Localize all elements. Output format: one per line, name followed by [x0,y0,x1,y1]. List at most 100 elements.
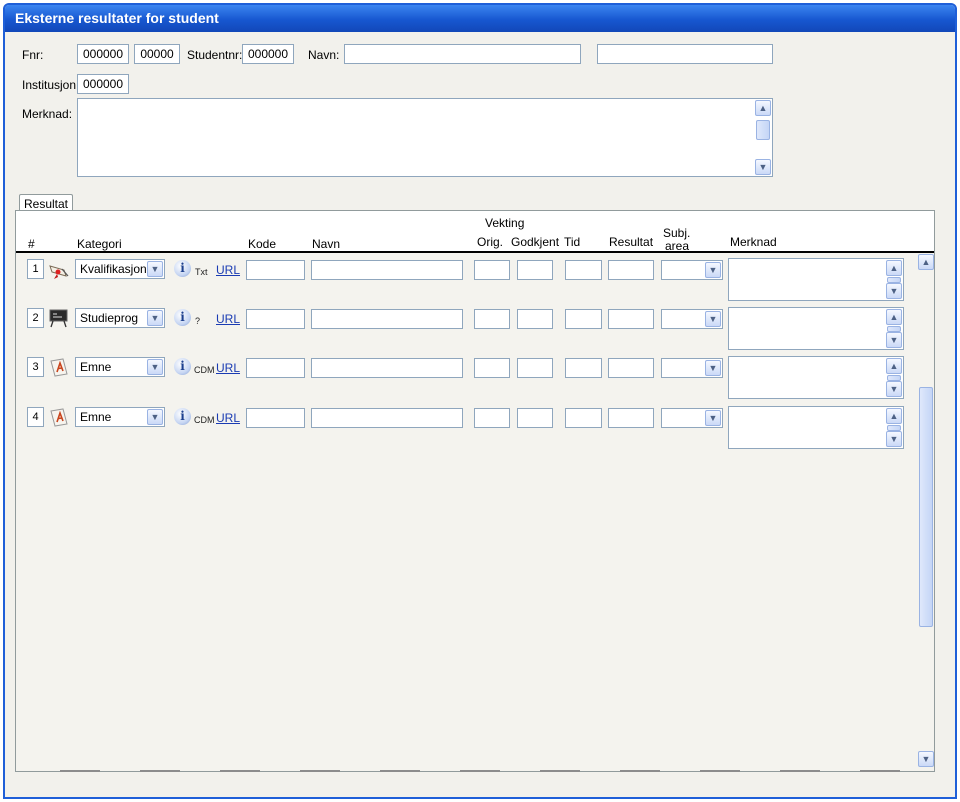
kategori-select[interactable]: Kvalifikasjon ▼ [75,259,165,279]
header-merknad: Merknad [730,235,777,249]
tid-field[interactable] [565,408,602,428]
fnr-personnr-field[interactable]: 00000 [134,44,180,64]
blackboard-icon [49,309,68,328]
row-number: 4 [27,407,44,427]
kode-field[interactable] [246,408,305,428]
kategori-select[interactable]: Emne ▼ [75,407,165,427]
header-subj: Subj. [663,226,691,240]
kategori-select[interactable]: Studieprog ▼ [75,308,165,328]
scroll-up-icon[interactable]: ▲ [886,408,902,424]
divider [860,770,900,772]
kode-field[interactable] [246,309,305,329]
subject-area-select[interactable]: ▼ [661,358,723,378]
grid-scrollbar[interactable]: ▲ ▼ [918,254,934,771]
external-results-window: Eksterne resultater for student Fnr: 000… [3,3,957,799]
scroll-up-icon[interactable]: ▲ [886,260,902,276]
resultat-field[interactable] [608,408,654,428]
scroll-thumb[interactable] [919,387,933,627]
kode-field[interactable] [246,358,305,378]
merknad-textarea[interactable]: ▲ ▼ [77,98,773,177]
cell-scrollbar[interactable]: ▲ ▼ [886,309,902,348]
chevron-down-icon[interactable]: ▼ [705,311,721,327]
orig-field[interactable] [474,408,510,428]
table-row: 1 Kvalifikasjon ▼ i Txt URL ▼ ▲ ▼ [16,257,916,303]
scroll-down-icon[interactable]: ▼ [886,381,902,397]
scroll-down-icon[interactable]: ▼ [918,751,934,767]
info-icon[interactable]: i [174,260,191,277]
chevron-down-icon[interactable]: ▼ [147,261,163,277]
tid-field[interactable] [565,358,602,378]
navn-field-last[interactable] [597,44,773,64]
chevron-down-icon[interactable]: ▼ [705,360,721,376]
godkjent-field[interactable] [517,260,553,280]
url-link[interactable]: URL [216,361,240,375]
scroll-down-icon[interactable]: ▼ [886,283,902,299]
divider [140,770,180,772]
kategori-value: Emne [80,360,112,374]
chevron-down-icon[interactable]: ▼ [147,409,163,425]
cell-scrollbar[interactable]: ▲ ▼ [886,408,902,447]
resultat-field[interactable] [608,309,654,329]
subject-area-select[interactable]: ▼ [661,408,723,428]
header-nr: # [28,237,35,251]
info-icon[interactable]: i [174,358,191,375]
navn-field[interactable] [311,358,463,378]
info-icon[interactable]: i [174,408,191,425]
url-link[interactable]: URL [216,411,240,425]
header-vekting: Vekting [485,216,525,230]
scroll-up-icon[interactable]: ▲ [886,358,902,374]
orig-field[interactable] [474,309,510,329]
institusjon-field[interactable]: 000000 [77,74,129,94]
scroll-thumb[interactable] [756,120,770,140]
scroll-up-icon[interactable]: ▲ [918,254,934,270]
navn-field[interactable] [311,260,463,280]
resultat-field[interactable] [608,260,654,280]
tid-field[interactable] [565,309,602,329]
chevron-down-icon[interactable]: ▼ [147,359,163,375]
chevron-down-icon[interactable]: ▼ [147,310,163,326]
orig-field[interactable] [474,358,510,378]
header-resultat: Resultat [609,235,654,249]
kode-field[interactable] [246,260,305,280]
subject-area-select[interactable]: ▼ [661,260,723,280]
studentnr-label: Studentnr: [187,48,243,62]
url-link[interactable]: URL [216,312,240,326]
source-tag: CDM [194,365,215,375]
scroll-down-icon[interactable]: ▼ [755,159,771,175]
tid-field[interactable] [565,260,602,280]
merknad-cell[interactable]: ▲ ▼ [728,307,904,350]
fnr-field[interactable]: 000000 [77,44,129,64]
info-icon[interactable]: i [174,309,191,326]
table-row: 2 Studieprog ▼ i ? URL ▼ ▲ ▼ [16,306,916,352]
scroll-down-icon[interactable]: ▼ [886,431,902,447]
kategori-select[interactable]: Emne ▼ [75,357,165,377]
subject-area-select[interactable]: ▼ [661,309,723,329]
resultat-field[interactable] [608,358,654,378]
navn-field-first[interactable] [344,44,581,64]
scroll-down-icon[interactable]: ▼ [886,332,902,348]
merknad-cell[interactable]: ▲ ▼ [728,356,904,399]
merknad-scrollbar[interactable]: ▲ ▼ [755,100,771,175]
scroll-up-icon[interactable]: ▲ [755,100,771,116]
course-book-icon [50,408,68,427]
navn-label: Navn: [308,48,340,62]
source-tag: Txt [195,267,208,277]
navn-field[interactable] [311,408,463,428]
divider [300,770,340,772]
godkjent-field[interactable] [517,309,553,329]
studentnr-field[interactable]: 000000 [242,44,294,64]
navn-field[interactable] [311,309,463,329]
chevron-down-icon[interactable]: ▼ [705,410,721,426]
scroll-up-icon[interactable]: ▲ [886,309,902,325]
url-link[interactable]: URL [216,263,240,277]
kategori-value: Emne [80,410,112,424]
orig-field[interactable] [474,260,510,280]
cell-scrollbar[interactable]: ▲ ▼ [886,260,902,299]
godkjent-field[interactable] [517,408,553,428]
chevron-down-icon[interactable]: ▼ [705,262,721,278]
header-kategori: Kategori [77,237,122,251]
merknad-cell[interactable]: ▲ ▼ [728,406,904,449]
cell-scrollbar[interactable]: ▲ ▼ [886,358,902,397]
godkjent-field[interactable] [517,358,553,378]
merknad-cell[interactable]: ▲ ▼ [728,258,904,301]
